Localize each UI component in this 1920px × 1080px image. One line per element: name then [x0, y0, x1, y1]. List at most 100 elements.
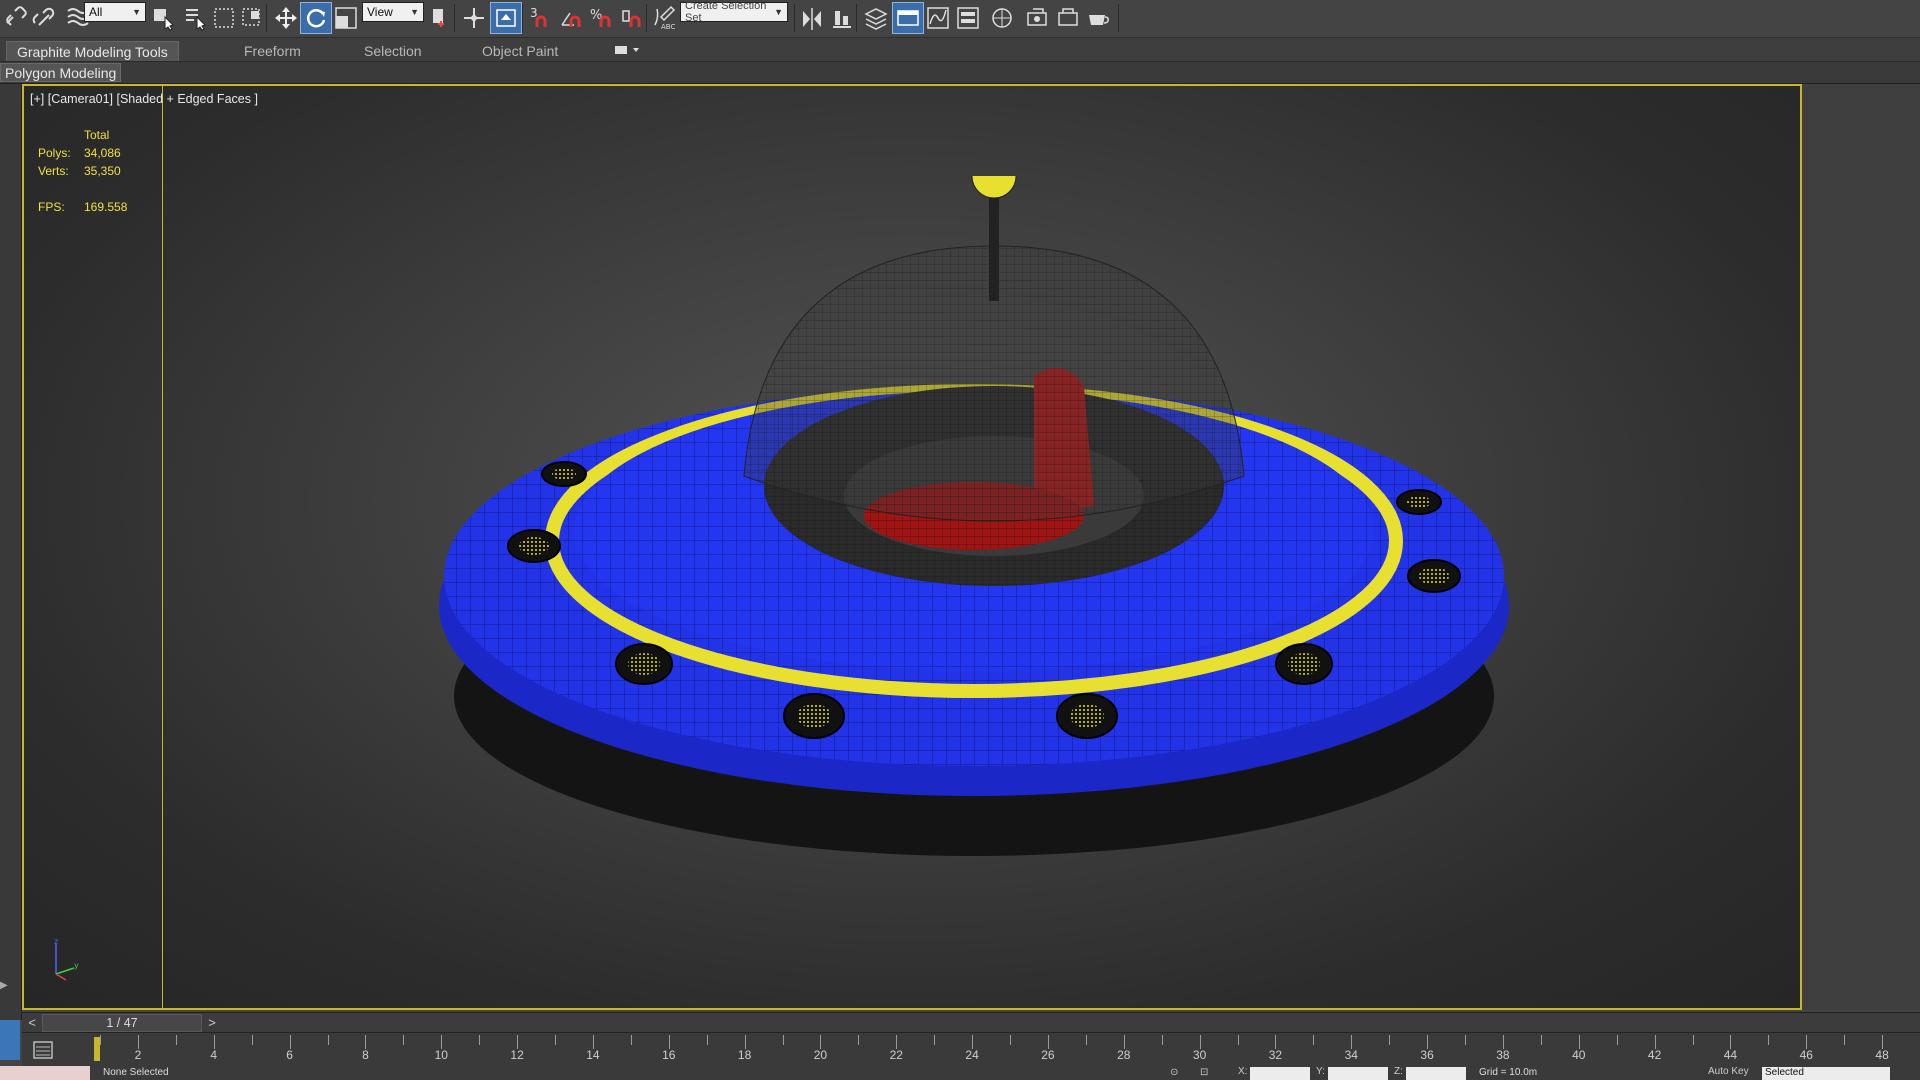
keyboard-shortcut-icon[interactable]: [490, 2, 522, 34]
scale-icon[interactable]: [330, 2, 362, 34]
trackbar-tick: [517, 1035, 519, 1049]
z-coord-field[interactable]: [1406, 1067, 1466, 1080]
maxscript-listener-mini[interactable]: [0, 1066, 90, 1080]
schematic-view-icon[interactable]: [952, 2, 984, 34]
polys-label: Polys:: [38, 146, 71, 160]
rotate-icon[interactable]: [300, 2, 332, 34]
align-icon[interactable]: [826, 2, 858, 34]
time-slider-next-button[interactable]: >: [202, 1015, 222, 1031]
mini-curve-editor-icon[interactable]: [32, 1039, 54, 1061]
graphite-toggle-icon[interactable]: [892, 2, 924, 34]
x-label: X:: [1238, 1066, 1248, 1077]
ref-coord-dropdown[interactable]: View ▼: [362, 2, 424, 22]
ref-coord-value: View: [367, 5, 393, 19]
chevron-down-icon: ▼: [410, 7, 419, 17]
trackbar-frame-label: 36: [1420, 1048, 1434, 1062]
chevron-down-icon: ▼: [132, 7, 141, 17]
x-coord-field[interactable]: [1250, 1067, 1310, 1080]
left-blue-tab[interactable]: [0, 1020, 20, 1060]
mirror-icon[interactable]: [796, 2, 828, 34]
lock-icon[interactable]: ⊙: [1170, 1067, 1182, 1079]
selection-set-placeholder: Create Selection Set: [685, 0, 767, 24]
selection-lock-icon[interactable]: ⊡: [1200, 1067, 1212, 1079]
rendered-frame-icon[interactable]: [1052, 2, 1084, 34]
ribbon-tab-bar: Graphite Modeling Tools Freeform Selecti…: [0, 38, 1920, 62]
render-icon[interactable]: [1082, 2, 1114, 34]
trackbar-tick: [251, 1035, 253, 1045]
trackbar-frame-label: 18: [737, 1048, 752, 1062]
svg-text:z: z: [54, 938, 58, 946]
tab-label: Object Paint: [482, 43, 559, 59]
time-slider-prev-button[interactable]: <: [22, 1015, 42, 1031]
tab-graphite-modeling-tools[interactable]: Graphite Modeling Tools: [6, 41, 179, 61]
snap-toggle-icon[interactable]: 3: [524, 2, 556, 34]
trackbar-tick: [1540, 1035, 1542, 1045]
time-slider[interactable]: < 1 / 47 >: [22, 1012, 1920, 1032]
trackbar-tick: [1047, 1035, 1049, 1049]
trackbar-frame-label: 48: [1875, 1048, 1889, 1062]
trackbar-tick: [327, 1035, 329, 1045]
trackbar[interactable]: 2 4 6 8 10 12 14 16 18 20 22 24 26 28 30 32 34 36 38 40 42 44…: [22, 1032, 1920, 1066]
key-mode-dropdown[interactable]: Selected: [1762, 1067, 1890, 1080]
trackbar-tick: [706, 1035, 708, 1045]
viewport-label[interactable]: [+] [Camera01] [Shaded + Edged Faces ]: [30, 92, 258, 106]
curve-editor-icon[interactable]: [922, 2, 954, 34]
trackbar-tick: [555, 1035, 556, 1045]
trackbar-ruler[interactable]: 2 4 6 8 10 12 14 16 18 20 22 24 26 28 30 32 34 36 38 40 42 44…: [92, 1033, 1912, 1067]
auto-key-button[interactable]: Auto Key: [1708, 1066, 1749, 1077]
selection-set-input[interactable]: Create Selection Set ▼: [680, 0, 788, 24]
expand-arrow-icon[interactable]: ▶: [0, 980, 10, 994]
layer-manager-icon[interactable]: [860, 2, 892, 34]
trackbar-tick: [896, 1035, 898, 1049]
selection-status: None Selected: [100, 1067, 230, 1080]
ribbon-options-icon: [615, 46, 639, 54]
ribbon-panel-row: Polygon Modeling: [0, 62, 1920, 84]
viewport-camera01[interactable]: [+] [Camera01] [Shaded + Edged Faces ] T…: [22, 84, 1802, 1010]
angle-snap-icon[interactable]: [556, 2, 588, 34]
tab-object-paint[interactable]: Object Paint: [472, 41, 568, 61]
tab-label: Selection: [364, 43, 422, 59]
time-slider-thumb[interactable]: 1 / 47: [42, 1014, 202, 1032]
current-frame-marker[interactable]: [94, 1037, 100, 1061]
trackbar-tick: [1085, 1035, 1087, 1045]
percent-snap-icon[interactable]: %: [586, 2, 618, 34]
grid-size: Grid = 10.0m: [1476, 1067, 1576, 1080]
trackbar-frame-label: 34: [1344, 1048, 1358, 1062]
edit-named-sets-icon[interactable]: ABC: [650, 2, 682, 34]
ufo-antenna: [989, 181, 999, 301]
y-label: Y:: [1316, 1066, 1325, 1077]
trackbar-frame-label: 12: [510, 1048, 524, 1062]
trackbar-tick: [1389, 1035, 1391, 1045]
trackbar-frame-label: 6: [286, 1048, 293, 1062]
ufo-model[interactable]: [414, 176, 1554, 936]
tab-freeform[interactable]: Freeform: [234, 41, 311, 61]
trackbar-frame-label: 46: [1799, 1048, 1813, 1062]
unlink-icon[interactable]: [26, 2, 58, 34]
trackbar-frame-label: 44: [1723, 1048, 1738, 1062]
panel-polygon-modeling[interactable]: Polygon Modeling: [0, 63, 122, 82]
move-icon[interactable]: [270, 2, 302, 34]
trackbar-tick: [137, 1035, 139, 1049]
y-coord-field[interactable]: [1328, 1067, 1388, 1080]
trackbar-tick: [441, 1035, 443, 1049]
select-manipulate-icon[interactable]: [458, 2, 490, 34]
z-label: Z:: [1394, 1066, 1403, 1077]
trackbar-tick: [1616, 1035, 1618, 1045]
trackbar-frame-label: 26: [1041, 1048, 1055, 1062]
trackbar-frame-label: 14: [586, 1048, 600, 1062]
pivot-icon[interactable]: [424, 2, 456, 34]
material-editor-icon[interactable]: [986, 2, 1018, 34]
tab-selection[interactable]: Selection: [354, 41, 432, 61]
trackbar-frame-label: 2: [134, 1048, 142, 1062]
trackbar-tick: [630, 1035, 632, 1045]
trackbar-frame-label: 20: [813, 1048, 828, 1062]
selection-filter-dropdown[interactable]: All ▼: [84, 2, 146, 22]
select-object-icon[interactable]: [148, 2, 180, 34]
trackbar-frame-label: 32: [1268, 1048, 1283, 1062]
trackbar-tick: [213, 1035, 215, 1049]
spinner-snap-icon[interactable]: [616, 2, 648, 34]
render-setup-icon[interactable]: [1022, 2, 1054, 34]
window-crossing-icon[interactable]: [236, 2, 268, 34]
ribbon-options-dropdown[interactable]: [614, 44, 644, 58]
trackbar-tick: [1351, 1035, 1353, 1049]
